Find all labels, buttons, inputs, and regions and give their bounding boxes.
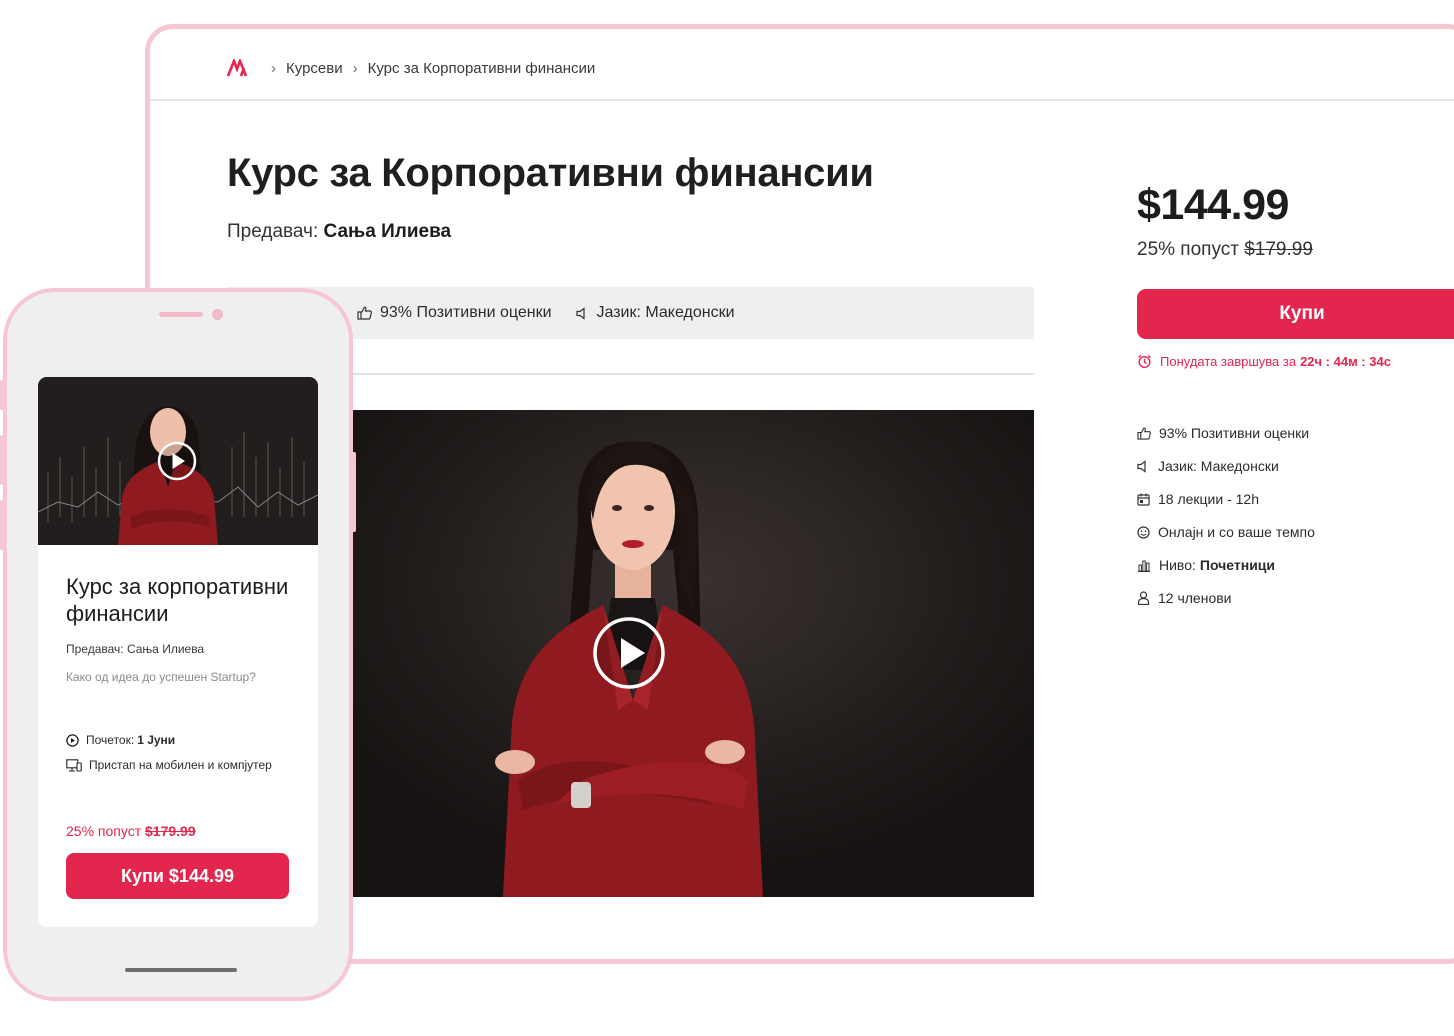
thumbs-up-icon xyxy=(357,306,372,320)
feature-rating: 93% Позитивни оценки xyxy=(1137,417,1315,449)
mobile-access: Пристап на мобилен и компјутер xyxy=(66,758,272,772)
offer-countdown: Понудата завршува за 22ч : 44м : 34с xyxy=(1137,354,1391,369)
feature-text: Онлајн и со ваше темпо xyxy=(1158,524,1315,540)
discount-line: 25% попуст $179.99 xyxy=(1137,239,1313,261)
feature-text: Јазик: Македонски xyxy=(1158,458,1279,474)
mobile-instructor: Предавач: Сања Илиева xyxy=(66,642,205,656)
instructor-line: Предавач: Сања Илиева xyxy=(227,221,451,243)
course-title: Курс за Корпоративни финансии xyxy=(227,151,874,195)
phone-camera xyxy=(212,309,223,320)
buy-button[interactable]: Купи xyxy=(1137,289,1454,339)
start-value: 1 Јуни xyxy=(137,733,176,747)
user-icon xyxy=(1137,591,1150,605)
play-circle-icon xyxy=(66,733,79,747)
devices-icon xyxy=(66,758,82,772)
mobile-video-thumbnail[interactable] xyxy=(38,377,318,545)
instructor-name[interactable]: Сања Илиева xyxy=(324,221,452,242)
info-rating: 93% Позитивни оценки xyxy=(357,304,552,322)
feature-pace: Онлајн и со ваше темпо xyxy=(1137,516,1315,548)
feature-text: 18 лекции - 12h xyxy=(1158,491,1260,507)
feature-lectures: 18 лекции - 12h xyxy=(1137,483,1315,515)
mobile-old-price: $179.99 xyxy=(145,823,196,839)
mobile-discount-label: 25% попуст xyxy=(66,823,142,839)
mobile-course-subtitle: Како од идеа до успешен Startup? xyxy=(66,670,256,684)
play-button-icon[interactable] xyxy=(592,616,666,690)
chevron-right-icon: › xyxy=(271,59,276,77)
phone-mockup: Курс за корпоративни финансии Предавач: … xyxy=(3,288,353,1001)
calendar-icon xyxy=(1137,493,1150,506)
info-language-text: Јазик: Македонски xyxy=(596,304,735,321)
access-text: Пристап на мобилен и компјутер xyxy=(89,758,272,772)
old-price: $179.99 xyxy=(1244,239,1313,260)
mobile-course-card: Курс за корпоративни финансии Предавач: … xyxy=(38,377,318,927)
start-label: Почеток: xyxy=(86,733,135,747)
thumbs-up-icon xyxy=(1137,427,1151,440)
feature-level: Ниво: Почетници xyxy=(1137,549,1315,581)
info-rating-text: 93% Позитивни оценки xyxy=(380,304,552,321)
speaker-icon xyxy=(1137,459,1146,473)
phone-speaker xyxy=(159,312,203,317)
course-video-player[interactable] xyxy=(353,410,1034,897)
instructor-label: Предавач: xyxy=(227,221,319,242)
mobile-course-title: Курс за корпоративни финансии xyxy=(66,574,289,626)
breadcrumb-courses-link[interactable]: Курсеви xyxy=(286,60,343,77)
countdown-value: 22ч : 44м : 34с xyxy=(1300,354,1391,369)
feature-text: 93% Позитивни оценки xyxy=(1159,425,1310,441)
feature-label: Ниво: xyxy=(1159,557,1196,573)
feature-language: Јазик: Македонски xyxy=(1137,450,1315,482)
breadcrumb-current-course[interactable]: Курс за Корпоративни финансии xyxy=(368,60,596,77)
discount-label: 25% попуст xyxy=(1137,239,1239,260)
alarm-clock-icon xyxy=(1138,354,1151,369)
mobile-start-date: Почеток: 1 Јуни xyxy=(66,733,175,747)
bar-chart-icon xyxy=(1138,560,1150,572)
mobile-buy-button[interactable]: Купи $144.99 xyxy=(66,853,289,899)
countdown-label: Понудата завршува за xyxy=(1160,354,1297,369)
phone-home-indicator xyxy=(125,968,237,972)
instructor-portrait-image xyxy=(353,410,1034,897)
mobile-discount-line: 25% попуст $179.99 xyxy=(66,823,196,839)
logo-icon[interactable] xyxy=(227,59,251,77)
feature-text: 12 членови xyxy=(1158,590,1232,606)
price: $144.99 xyxy=(1137,181,1289,229)
chevron-right-icon: › xyxy=(352,59,358,77)
course-features-list: 93% Позитивни оценки Јазик: Македонски 1… xyxy=(1137,417,1315,615)
info-language: Јазик: Македонски xyxy=(575,304,735,322)
feature-value: Почетници xyxy=(1199,557,1276,573)
feature-members: 12 членови xyxy=(1137,582,1315,614)
speaker-icon xyxy=(575,306,585,320)
play-button-icon[interactable] xyxy=(157,441,197,481)
purchase-panel: $144.99 25% попуст $179.99 Купи Понудата… xyxy=(1137,29,1454,959)
smiley-icon xyxy=(1137,525,1150,539)
breadcrumb: › Курсеви › Курс за Корпоративни финанси… xyxy=(227,59,595,77)
